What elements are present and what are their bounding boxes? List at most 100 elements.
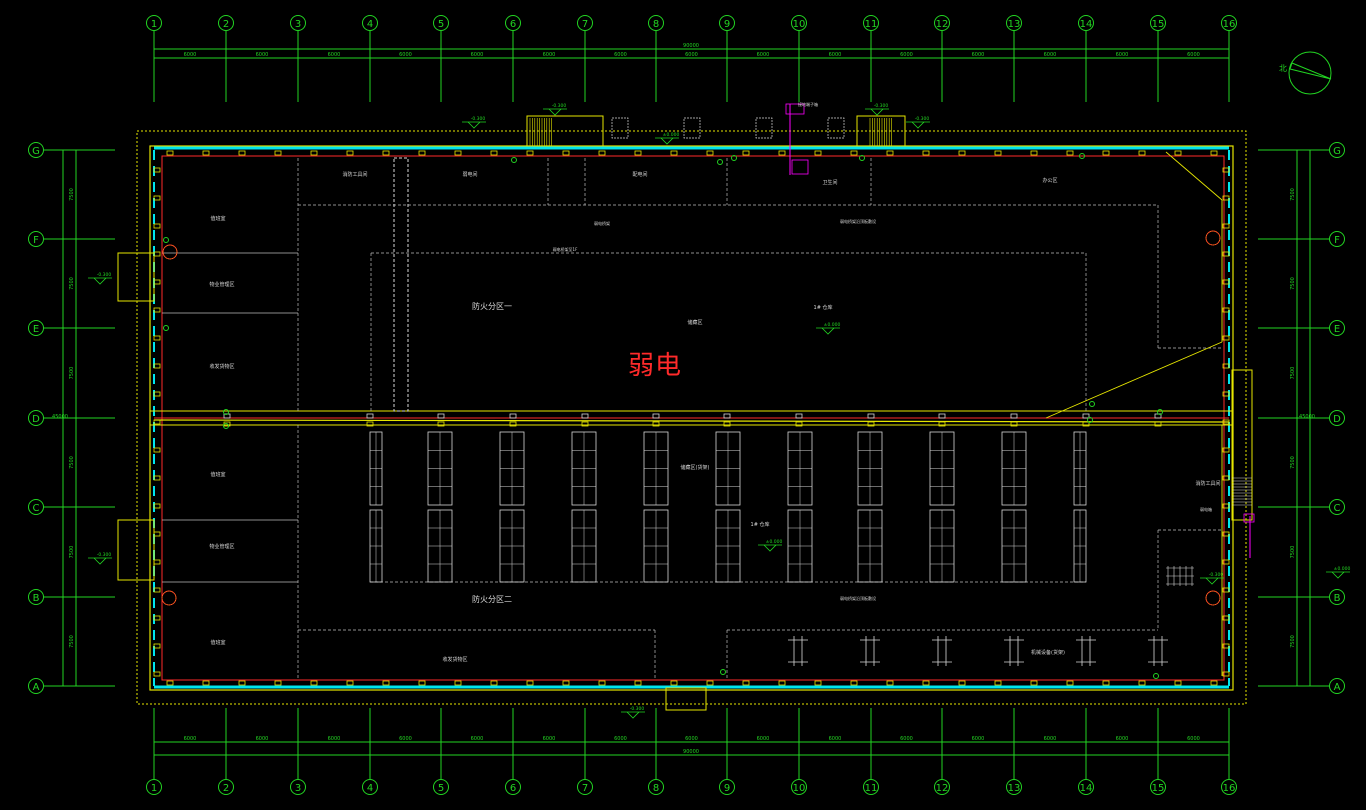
wall-device bbox=[526, 150, 534, 156]
dim-row-text: 7500 bbox=[1290, 367, 1296, 380]
axis-label-top: 14 bbox=[1080, 19, 1093, 30]
axis-label-top: 3 bbox=[295, 19, 301, 30]
elevation-mark bbox=[1326, 571, 1350, 579]
column-device bbox=[1082, 413, 1090, 419]
axis-label-bottom: 4 bbox=[367, 783, 373, 794]
elevation-text: -0.300 bbox=[97, 272, 112, 278]
access-point bbox=[717, 159, 723, 165]
wall-device bbox=[346, 680, 354, 686]
dim-total-text-v: 45000 bbox=[1299, 414, 1315, 420]
zone-label: 物业管理区 bbox=[209, 543, 234, 550]
axis-label-top: 12 bbox=[936, 19, 949, 30]
dim-bay-text: 6000 bbox=[256, 736, 269, 742]
elevation-mark bbox=[816, 327, 840, 335]
wall-device bbox=[922, 680, 930, 686]
wall-device bbox=[1210, 680, 1218, 686]
axis-label-bottom: 14 bbox=[1080, 783, 1093, 794]
floor-plan-drawing: 1122334455667788991010111112121313141415… bbox=[28, 15, 1350, 795]
wall-device bbox=[598, 680, 606, 686]
axis-label-bottom: 13 bbox=[1008, 783, 1021, 794]
dim-bay-text: 6000 bbox=[685, 736, 698, 742]
wall-device bbox=[850, 680, 858, 686]
zone-label: 储藏区 bbox=[687, 319, 702, 326]
north-circle bbox=[1288, 51, 1332, 95]
wall-device bbox=[814, 150, 822, 156]
cable-run bbox=[1165, 151, 1223, 201]
axis-label-bottom: 15 bbox=[1152, 783, 1165, 794]
wall-device bbox=[706, 680, 714, 686]
dim-bay-text: 6000 bbox=[328, 52, 341, 58]
wall-device bbox=[634, 680, 642, 686]
elevation-mark bbox=[621, 711, 645, 719]
shaft bbox=[393, 157, 409, 412]
access-point bbox=[163, 325, 169, 331]
axis-label-left: C bbox=[33, 503, 40, 514]
wall-device bbox=[153, 223, 161, 229]
zone-label: 1# 仓库 bbox=[751, 521, 770, 528]
axis-label-top: 9 bbox=[724, 19, 730, 30]
zone-label: 值班室 bbox=[210, 639, 225, 646]
zone-label: 弱电箱 bbox=[1200, 506, 1212, 512]
zone-label: 收发货物区 bbox=[442, 656, 467, 663]
wall-device bbox=[1030, 680, 1038, 686]
elevation-mark bbox=[462, 121, 486, 129]
wall-device bbox=[562, 150, 570, 156]
access-point bbox=[720, 669, 726, 675]
dim-total-text: 90000 bbox=[683, 43, 699, 49]
wall-device bbox=[490, 680, 498, 686]
column-device bbox=[938, 413, 946, 419]
axis-label-left: E bbox=[33, 324, 39, 335]
elevation-mark bbox=[1200, 577, 1224, 585]
axis-label-bottom: 5 bbox=[438, 783, 444, 794]
axis-label-left: B bbox=[33, 593, 40, 604]
axis-label-top: 16 bbox=[1223, 19, 1236, 30]
access-point bbox=[511, 157, 517, 163]
dim-bay-text: 6000 bbox=[184, 52, 197, 58]
axis-label-top: 11 bbox=[865, 19, 878, 30]
wall-device bbox=[742, 680, 750, 686]
wall-device bbox=[418, 680, 426, 686]
dim-row-text: 7500 bbox=[69, 277, 75, 290]
wall-device bbox=[742, 150, 750, 156]
dim-bay-text: 6000 bbox=[1187, 52, 1200, 58]
wall-device bbox=[310, 680, 318, 686]
dim-bay-text: 6000 bbox=[972, 52, 985, 58]
axis-label-top: 13 bbox=[1008, 19, 1021, 30]
elevation-mark bbox=[906, 121, 930, 129]
zone-label: 消防工具间 bbox=[342, 171, 367, 178]
north-label: 北 bbox=[1279, 64, 1287, 73]
dim-bay-text: 6000 bbox=[1187, 736, 1200, 742]
axis-label-right: A bbox=[1334, 682, 1341, 693]
entrance-canopy bbox=[117, 519, 155, 581]
main-cable-run bbox=[153, 419, 1230, 423]
axis-label-right: G bbox=[1333, 146, 1341, 157]
zone-label: 1# 仓库 bbox=[814, 304, 833, 311]
dim-row-text: 7500 bbox=[1290, 188, 1296, 201]
zone-label: 机械设备(货架) bbox=[1031, 649, 1065, 656]
dim-bay-text: 6000 bbox=[757, 52, 770, 58]
wall-device bbox=[418, 150, 426, 156]
louver-panel bbox=[683, 117, 701, 139]
access-point bbox=[1089, 401, 1095, 407]
wall-device bbox=[166, 150, 174, 156]
zone-label: 卫生间 bbox=[822, 179, 837, 186]
dim-bay-text: 6000 bbox=[399, 736, 412, 742]
cable-run bbox=[1045, 341, 1223, 419]
wall-device bbox=[1138, 150, 1146, 156]
elevation-mark bbox=[655, 137, 679, 145]
zone-label: 弱电桥架至1F bbox=[553, 246, 579, 252]
wall-device bbox=[454, 680, 462, 686]
entrance-canopy bbox=[117, 252, 155, 302]
zone-label: 防火分区二 bbox=[472, 594, 512, 604]
wall-device bbox=[238, 680, 246, 686]
dim-row-text: 7500 bbox=[1290, 635, 1296, 648]
zone-label: 办公区 bbox=[1042, 177, 1057, 184]
elevation-text: ±0.000 bbox=[663, 132, 680, 138]
dim-bay-text: 6000 bbox=[543, 736, 556, 742]
zone-label: 弱电间 bbox=[462, 171, 477, 178]
louver-panel bbox=[755, 117, 773, 139]
elevation-text: ±0.000 bbox=[824, 322, 841, 328]
wall-device bbox=[670, 680, 678, 686]
wall-device bbox=[454, 150, 462, 156]
axis-label-bottom: 16 bbox=[1223, 783, 1236, 794]
